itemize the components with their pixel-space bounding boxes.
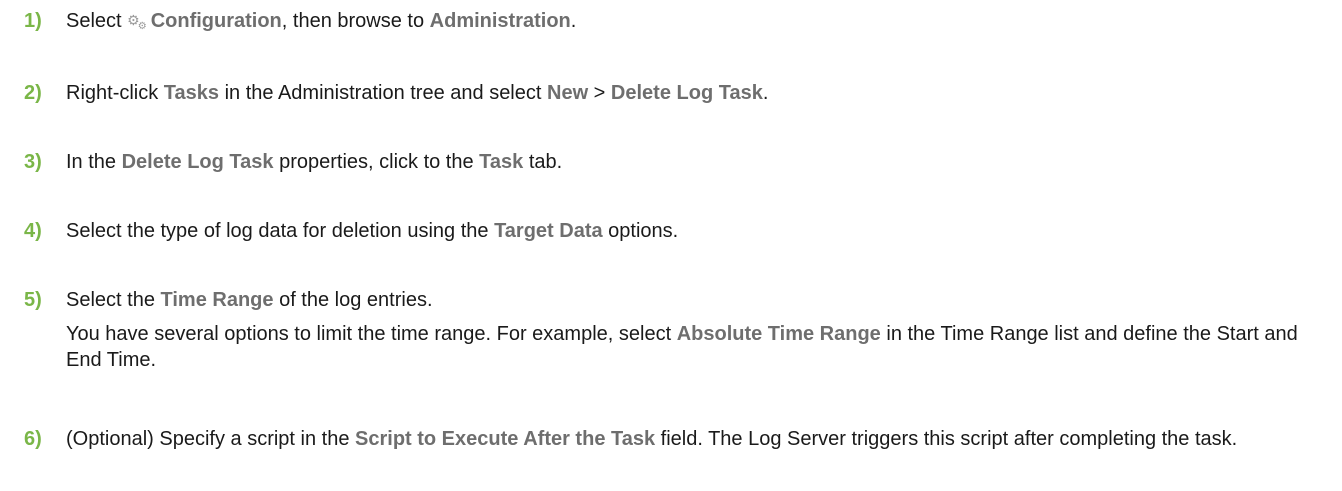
ui-term: Tasks bbox=[163, 82, 220, 104]
step-text: (Optional) Specify a script in the Scrip… bbox=[66, 426, 1322, 452]
text-run: properties, click to the bbox=[273, 151, 480, 173]
step-3: 3) In the Delete Log Task properties, cl… bbox=[24, 149, 1322, 175]
text-run: You have several options to limit the ti… bbox=[66, 323, 677, 345]
text-run: of the log entries. bbox=[273, 289, 433, 311]
text-run: Right-click bbox=[66, 82, 164, 104]
step-number: 2) bbox=[24, 82, 42, 104]
text-run: . bbox=[570, 10, 577, 32]
ui-term: Configuration bbox=[150, 10, 282, 32]
ui-term: Delete Log Task bbox=[610, 82, 763, 104]
ui-term: New bbox=[547, 82, 589, 104]
text-run: field. The Log Server triggers this scri… bbox=[655, 428, 1238, 450]
text-run: , then browse to bbox=[281, 10, 430, 32]
step-text: Right-click Tasks in the Administration … bbox=[66, 80, 1322, 106]
ui-term: Time Range bbox=[160, 289, 274, 311]
step-1: 1) Select ⚙⚙ Configuration, then browse t… bbox=[24, 8, 1322, 38]
gear-icon: ⚙⚙ bbox=[127, 12, 147, 32]
step-text: In the Delete Log Task properties, click… bbox=[66, 149, 1322, 175]
ui-term: Delete Log Task bbox=[121, 151, 274, 173]
step-text: Select ⚙⚙ Configuration, then browse to A… bbox=[66, 8, 1322, 38]
text-run: . bbox=[762, 82, 769, 104]
step-number: 3) bbox=[24, 151, 42, 173]
text-run: in the Administration tree and select bbox=[219, 82, 547, 104]
text-run: tab. bbox=[523, 151, 563, 173]
text-run: Select bbox=[66, 10, 128, 32]
step-5: 5) Select the Time Range of the log entr… bbox=[24, 287, 1322, 373]
step-4: 4) Select the type of log data for delet… bbox=[24, 218, 1322, 244]
ui-term: Administration bbox=[429, 10, 571, 32]
step-number: 6) bbox=[24, 428, 42, 450]
ui-term: Target Data bbox=[494, 220, 603, 242]
text-run: (Optional) Specify a script in the bbox=[66, 428, 356, 450]
step-number: 4) bbox=[24, 220, 42, 242]
text-run: In the bbox=[66, 151, 122, 173]
step-number: 1) bbox=[24, 10, 42, 32]
step-2: 2) Right-click Tasks in the Administrati… bbox=[24, 80, 1322, 106]
text-run: Select the type of log data for deletion… bbox=[66, 220, 495, 242]
ui-term: Script to Execute After the Task bbox=[355, 428, 656, 450]
text-run: options. bbox=[602, 220, 679, 242]
text-run: > bbox=[588, 82, 611, 104]
step-note: You have several options to limit the ti… bbox=[66, 321, 1322, 373]
step-number: 5) bbox=[24, 289, 42, 311]
step-6: 6) (Optional) Specify a script in the Sc… bbox=[24, 426, 1322, 452]
text-run: Select the bbox=[66, 289, 161, 311]
step-text: Select the type of log data for deletion… bbox=[66, 218, 1322, 244]
ui-term: Task bbox=[479, 151, 524, 173]
step-text: Select the Time Range of the log entries… bbox=[66, 287, 1322, 313]
ui-term: Absolute Time Range bbox=[676, 323, 881, 345]
